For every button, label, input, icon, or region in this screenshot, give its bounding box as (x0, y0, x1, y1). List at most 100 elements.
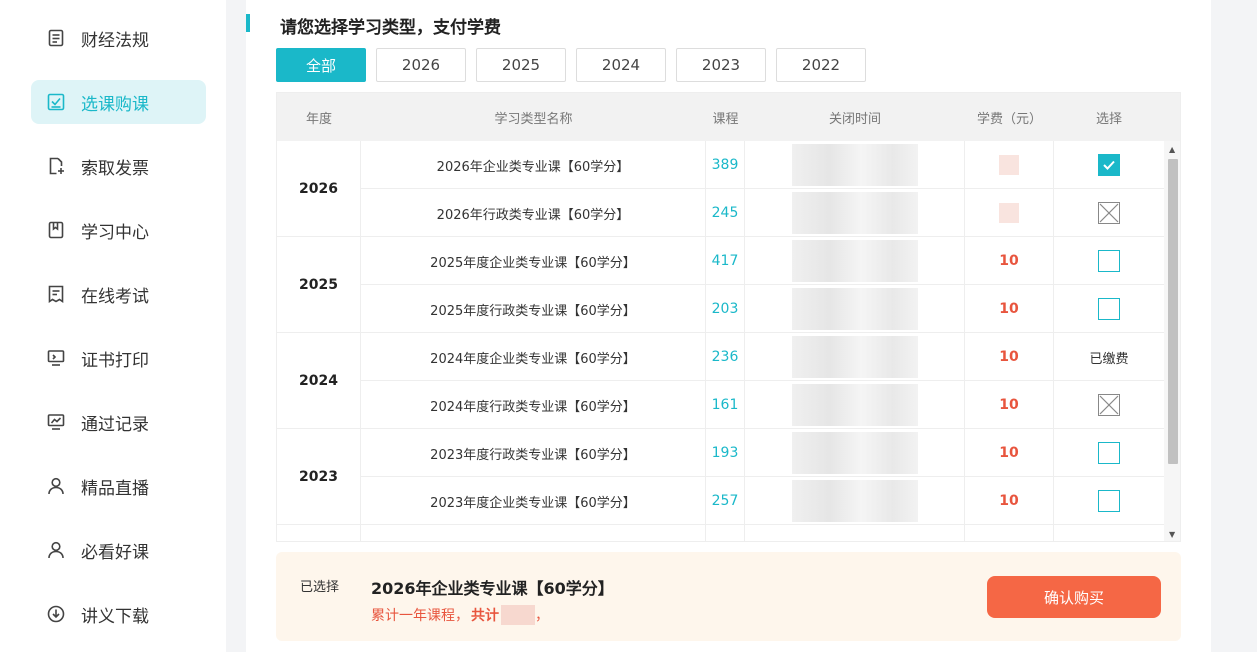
table-row: 2026年企业类专业课【60学分】 389 (361, 141, 1164, 189)
sidebar-item-6[interactable]: 通过记录 (31, 400, 206, 444)
checkbox-checked[interactable] (1098, 154, 1120, 176)
close-time (745, 381, 965, 429)
fee-value (965, 141, 1054, 189)
close-time (745, 141, 965, 189)
confirm-purchase-button[interactable]: 确认购买 (987, 576, 1161, 618)
sidebar-item-1[interactable]: 选课购课 (31, 80, 206, 124)
selected-course-title: 2026年企业类专业课【60学分】 (371, 579, 614, 598)
column-header: 年度 (305, 111, 332, 127)
course-count-link[interactable] (706, 525, 745, 541)
title-accent-bar (246, 14, 250, 32)
sidebar-item-8[interactable]: 必看好课 (31, 528, 206, 572)
blurred-close-time (791, 240, 918, 282)
desc-suffix: ， (535, 608, 549, 624)
main-panel: 请您选择学习类型，支付学费 全部 2026 2025 2024 2023 2022 年度学… (246, 0, 1211, 652)
course-count-link[interactable]: 236 (706, 333, 745, 381)
sidebar-item-label: 精品直播 (81, 478, 149, 499)
course-name: 2023年度行政类专业课【60学分】 (361, 429, 706, 477)
desc-prefix: 累计一年课程， (371, 608, 469, 624)
close-time (745, 189, 965, 237)
scroll-up-arrow-icon[interactable]: ▲ (1169, 145, 1175, 154)
select-cell (1054, 141, 1164, 189)
course-count-link[interactable]: 257 (706, 477, 745, 525)
select-cell (1054, 285, 1164, 333)
tab-3[interactable]: 2024 (576, 48, 666, 82)
scroll-down-arrow-icon[interactable]: ▼ (1169, 530, 1175, 539)
scroll-thumb[interactable] (1168, 159, 1178, 464)
chart-monitor-icon (45, 411, 67, 433)
sidebar-item-label: 索取发票 (81, 158, 149, 179)
column-header: 关闭时间 (828, 111, 881, 127)
sidebar-item-label: 必看好课 (81, 542, 149, 563)
checkbox[interactable] (1098, 298, 1120, 320)
checkbox[interactable] (1098, 250, 1120, 272)
table-row (361, 525, 1164, 541)
table-row: 2023年度企业类专业课【60学分】 257 10 (361, 477, 1164, 525)
fee-value: 10 (965, 333, 1054, 381)
checkbox-disabled (1098, 202, 1120, 224)
checkbox[interactable] (1098, 490, 1120, 512)
course-count-link[interactable]: 193 (706, 429, 745, 477)
select-cell (1054, 525, 1164, 541)
sidebar-item-2[interactable]: 索取发票 (31, 144, 206, 188)
sidebar-item-7[interactable]: 精品直播 (31, 464, 206, 508)
blurred-close-time (791, 288, 918, 330)
selected-course-desc: 累计一年课程， 共计 ， (371, 605, 549, 625)
sidebar-item-0[interactable]: 财经法规 (31, 16, 206, 60)
course-name: 2024年度行政类专业课【60学分】 (361, 381, 706, 429)
close-time (745, 237, 965, 285)
table-scrollbar[interactable]: ▲ ▼ (1164, 141, 1180, 541)
course-name: 2025年度行政类专业课【60学分】 (361, 285, 706, 333)
course-count-link[interactable]: 245 (706, 189, 745, 237)
blurred-fee (999, 155, 1019, 175)
paid-status: 已缴费 (1089, 351, 1129, 367)
course-count-link[interactable]: 417 (706, 237, 745, 285)
cross-icon (1099, 395, 1119, 415)
year-tabs: 全部 2026 2025 2024 2023 2022 (276, 48, 876, 82)
tab-1[interactable]: 2026 (376, 48, 466, 82)
checkbox[interactable] (1098, 442, 1120, 464)
year-cell: 2023 (277, 429, 361, 525)
invoice-add-icon (45, 155, 67, 177)
download-circle-icon (45, 603, 67, 625)
course-count-link[interactable]: 203 (706, 285, 745, 333)
table-row: 2023年度行政类专业课【60学分】 193 10 (361, 429, 1164, 477)
tab-5[interactable]: 2022 (776, 48, 866, 82)
course-name: 2026年企业类专业课【60学分】 (361, 141, 706, 189)
select-cell (1054, 237, 1164, 285)
tab-2[interactable]: 2025 (476, 48, 566, 82)
sidebar-item-label: 财经法规 (81, 30, 149, 51)
table-header: 年度 学习类型名称 课程 关闭时间 学费（元） 选择 (277, 93, 1180, 141)
sidebar-item-4[interactable]: 在线考试 (31, 272, 206, 316)
course-count-link[interactable]: 161 (706, 381, 745, 429)
checklist-icon (45, 91, 67, 113)
monitor-icon (45, 347, 67, 369)
blurred-close-time (791, 384, 918, 426)
fee-value (965, 189, 1054, 237)
cross-icon (1099, 203, 1119, 223)
user-icon (45, 475, 67, 497)
user-icon (45, 539, 67, 561)
sidebar-item-9[interactable]: 讲义下载 (31, 592, 206, 636)
table-row: 2024年度企业类专业课【60学分】 236 10 已缴费 (361, 333, 1164, 381)
close-time (745, 333, 965, 381)
select-cell (1054, 429, 1164, 477)
table-row: 2025年度行政类专业课【60学分】 203 10 (361, 285, 1164, 333)
desc-total-label: 共计 (471, 608, 499, 624)
select-cell (1054, 381, 1164, 429)
selection-summary: 已选择 2026年企业类专业课【60学分】 累计一年课程， 共计 ， 确认购买 (276, 552, 1181, 641)
sidebar-item-label: 证书打印 (81, 350, 149, 371)
sidebar-item-label: 在线考试 (81, 286, 149, 307)
sidebar-item-5[interactable]: 证书打印 (31, 336, 206, 380)
blurred-fee (999, 203, 1019, 223)
blurred-close-time (791, 432, 918, 474)
table-row: 2025年度企业类专业课【60学分】 417 10 (361, 237, 1164, 285)
sidebar-item-label: 讲义下载 (81, 606, 149, 627)
select-cell (1054, 477, 1164, 525)
course-count-link[interactable]: 389 (706, 141, 745, 189)
tab-0[interactable]: 全部 (276, 48, 366, 82)
column-header: 学费（元） (976, 111, 1042, 127)
sidebar-item-3[interactable]: 学习中心 (31, 208, 206, 252)
tab-4[interactable]: 2023 (676, 48, 766, 82)
table-row: 2024年度行政类专业课【60学分】 161 10 (361, 381, 1164, 429)
